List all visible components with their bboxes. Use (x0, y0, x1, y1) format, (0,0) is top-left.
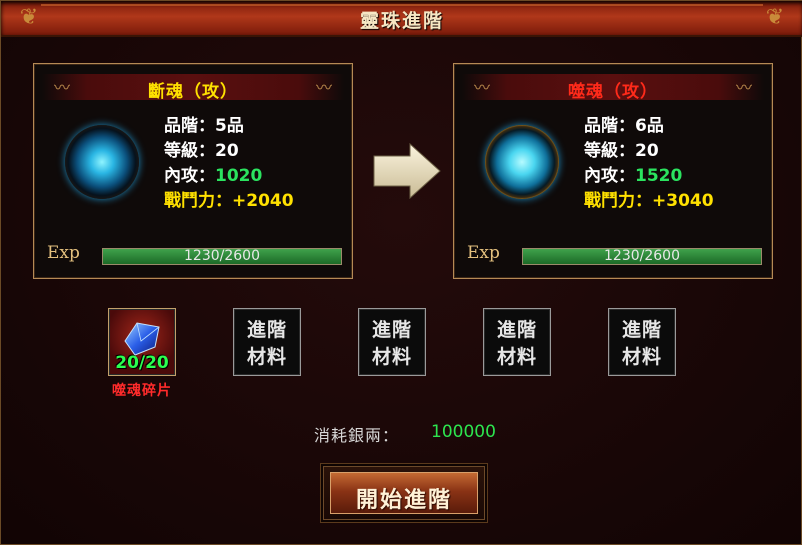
exp-bar: 1230/2600 (522, 248, 762, 265)
material-slot-empty[interactable]: 進階 材料 (358, 308, 426, 376)
material-name: 噬魂碎片 (112, 383, 172, 399)
current-stats: 品階：5品 等級：20 內攻：1020 戰鬥力：+2040 (164, 114, 294, 214)
exp-label: Exp (467, 243, 500, 263)
cost-value: 100000 (431, 422, 496, 442)
attack-value: 1520 (635, 166, 683, 186)
exp-text: 1230/2600 (604, 248, 680, 264)
level-text: 等級：20 (164, 141, 239, 161)
cost-label: 消耗銀兩： (314, 426, 400, 445)
slot-placeholder: 進階 材料 (496, 319, 537, 368)
slot-placeholder: 進階 材料 (246, 319, 287, 368)
power-text: 戰鬥力：+3040 (584, 191, 714, 211)
exp-text: 1230/2600 (184, 248, 260, 264)
attack-value: 1020 (215, 166, 263, 186)
button-face: 開始進階 (330, 472, 478, 514)
attack-row: 內攻：1520 (584, 164, 714, 189)
window-title: 靈珠進階 (359, 10, 444, 32)
right-arrow-icon (373, 143, 441, 199)
slot-placeholder: 進階 材料 (371, 319, 412, 368)
material-slot-filled[interactable]: 20/20 (108, 308, 176, 376)
start-upgrade-button[interactable]: 開始進階 (323, 466, 485, 520)
power-text: 戰鬥力：+2040 (164, 191, 294, 211)
grade-text: 品階：5品 (164, 116, 244, 136)
exp-bar: 1230/2600 (102, 248, 342, 265)
material-slot-empty[interactable]: 進階 材料 (608, 308, 676, 376)
attack-row: 內攻：1020 (164, 164, 294, 189)
grade-text: 品階：6品 (584, 116, 664, 136)
next-orb-panel: 〰 〰 噬魂（攻） 品階：6品 等級：20 內攻：1520 戰鬥力：+3040 … (453, 63, 773, 279)
attack-label: 內攻： (584, 166, 635, 186)
material-slot-empty[interactable]: 進階 材料 (233, 308, 301, 376)
material-slot-empty[interactable]: 進階 材料 (483, 308, 551, 376)
attack-label: 內攻： (164, 166, 215, 186)
exp-label: Exp (47, 243, 80, 263)
button-label: 開始進階 (355, 488, 452, 513)
corner-ornament-right-icon: ❦ (765, 5, 785, 30)
material-count: 20/20 (115, 353, 169, 373)
upgrade-window: ❦ 靈珠進階 ❦ 〰 〰 斷魂（攻） 品階：5品 等級：20 內攻：1020 戰… (0, 0, 802, 545)
slot-placeholder: 進階 材料 (621, 319, 662, 368)
level-text: 等級：20 (584, 141, 659, 161)
current-orb-name: 斷魂（攻） (148, 82, 238, 102)
title-bar: ❦ 靈珠進階 ❦ (1, 1, 802, 37)
next-orb-name: 噬魂（攻） (568, 82, 658, 102)
orb-upgraded-icon[interactable] (485, 125, 559, 199)
orb-icon[interactable] (65, 125, 139, 199)
current-orb-panel: 〰 〰 斷魂（攻） 品階：5品 等級：20 內攻：1020 戰鬥力：+2040 … (33, 63, 353, 279)
next-stats: 品階：6品 等級：20 內攻：1520 戰鬥力：+3040 (584, 114, 714, 214)
